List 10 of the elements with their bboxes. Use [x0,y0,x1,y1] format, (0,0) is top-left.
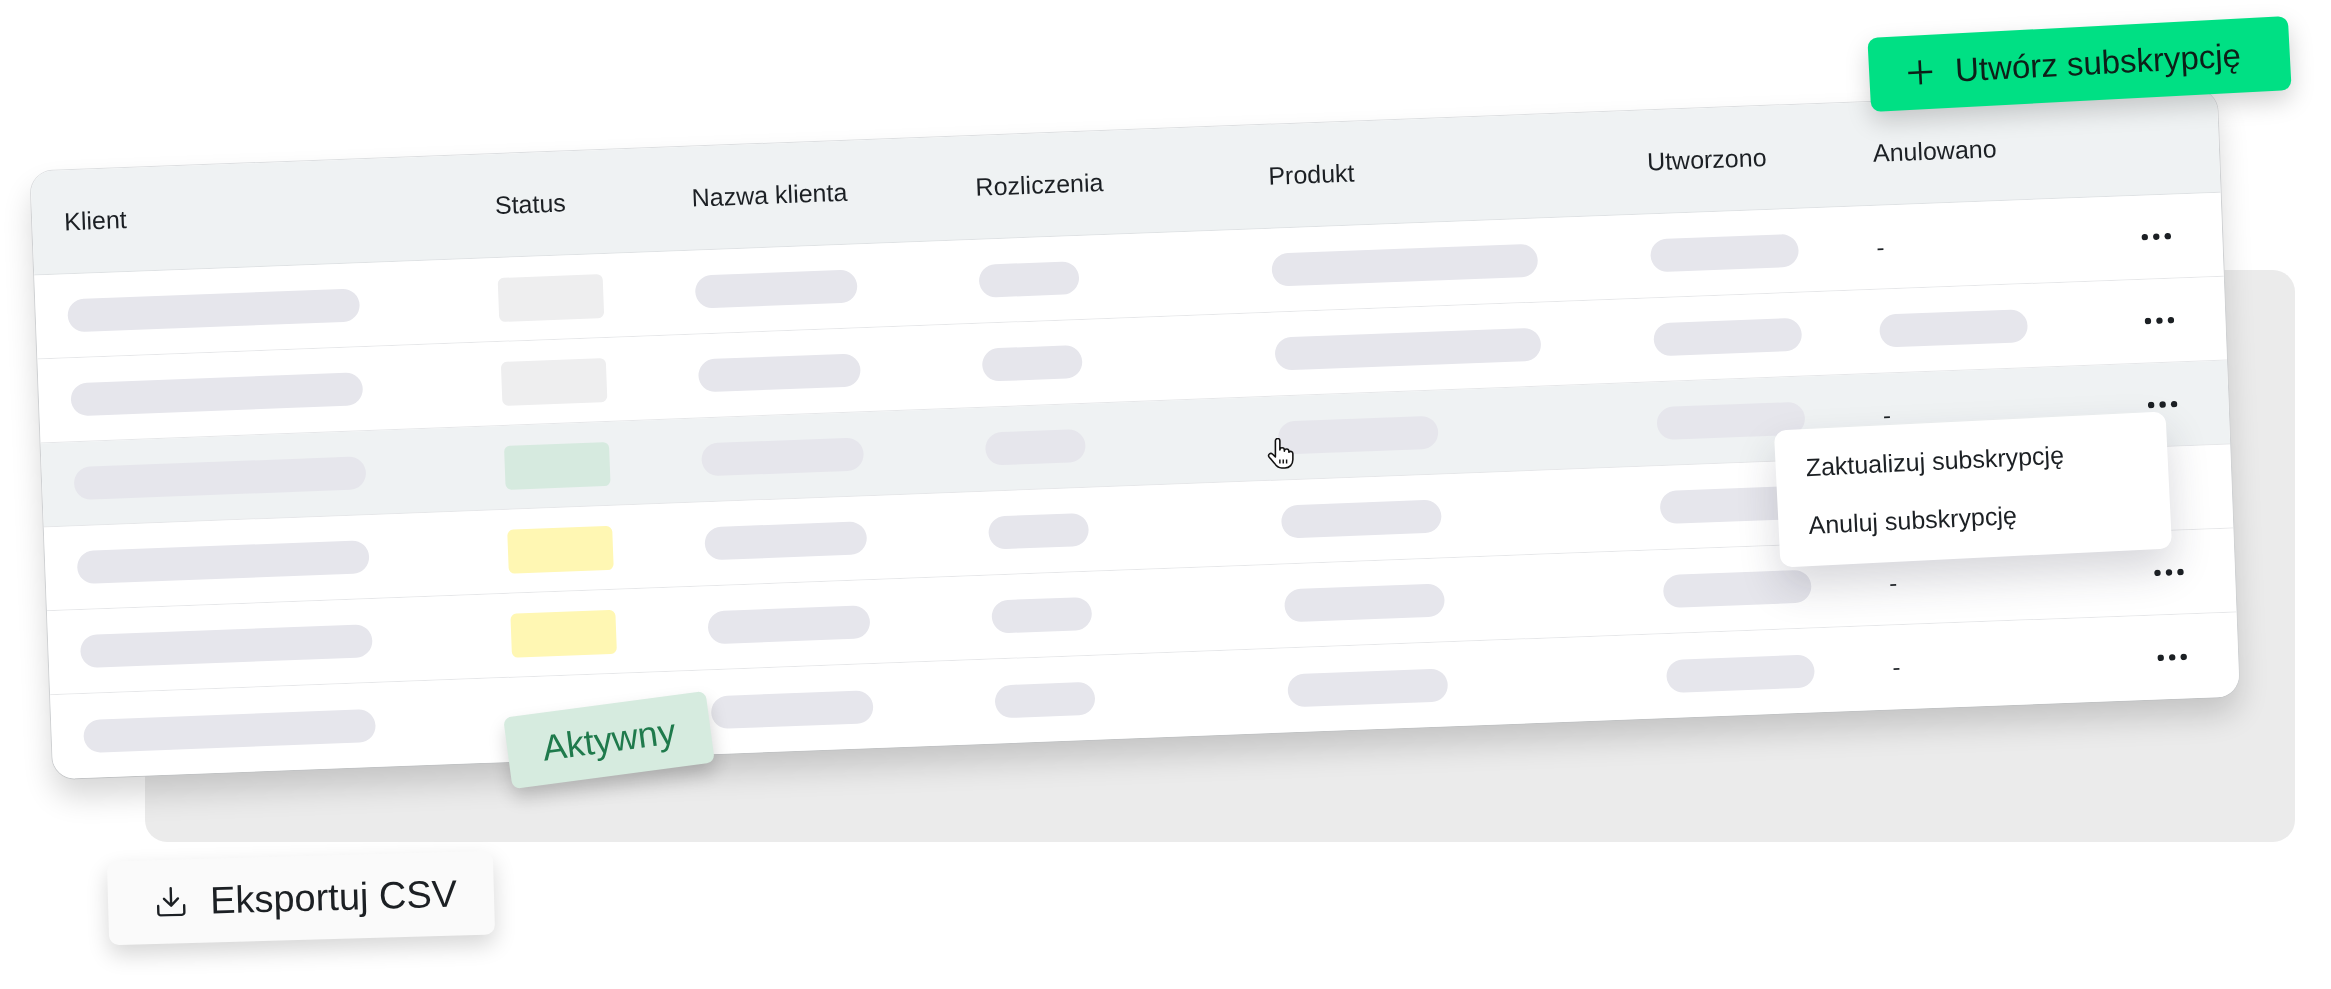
empty-value: - [1888,570,1898,596]
empty-value: - [1882,402,1892,428]
empty-value: - [1891,655,1901,680]
column-header: Anulowano [1872,134,1998,168]
button-label: Utwórz subskrypcję [1954,36,2242,90]
column-header: Klient [63,205,128,237]
column-header: Produkt [1267,158,1355,191]
column-header: Utworzono [1646,142,1768,177]
empty-value: - [1876,235,1885,260]
button-label: Eksportuj CSV [209,872,458,923]
